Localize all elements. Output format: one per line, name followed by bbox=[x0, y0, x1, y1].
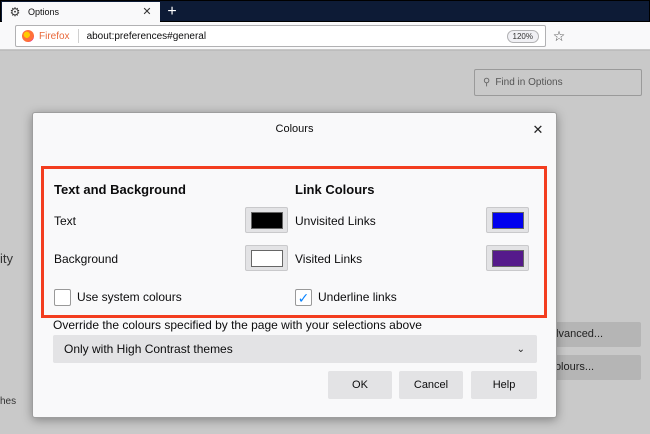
partial-label: hes bbox=[0, 396, 17, 407]
find-in-options-input[interactable]: ⚲ Find in Options bbox=[474, 69, 642, 96]
background-color-swatch bbox=[251, 250, 283, 267]
divider bbox=[77, 29, 79, 43]
background-color-label: Background bbox=[54, 252, 119, 266]
text-background-heading: Text and Background bbox=[54, 182, 186, 197]
url-bar[interactable]: Firefox about:preferences#general 120% bbox=[15, 25, 546, 47]
visited-links-color-picker[interactable] bbox=[486, 245, 529, 271]
unvisited-links-label: Unvisited Links bbox=[295, 214, 376, 228]
url-text[interactable]: about:preferences#general bbox=[87, 31, 507, 42]
colours-dialog: Colours ✕ Text and Background Text Backg… bbox=[32, 112, 557, 418]
unvisited-links-swatch bbox=[492, 212, 524, 229]
chevron-down-icon: ⌄ bbox=[516, 343, 525, 355]
partial-heading: ity bbox=[0, 251, 13, 266]
use-system-colours-checkbox[interactable] bbox=[54, 289, 71, 306]
text-color-label: Text bbox=[54, 214, 77, 228]
background-color-picker[interactable] bbox=[245, 245, 288, 271]
text-color-swatch bbox=[251, 212, 283, 229]
close-icon[interactable]: ✕ bbox=[530, 122, 546, 138]
tab-strip: ⚙ Options ✕ + bbox=[0, 0, 650, 22]
gear-icon: ⚙ bbox=[9, 5, 21, 19]
dialog-title: Colours bbox=[275, 123, 314, 135]
cancel-button[interactable]: Cancel bbox=[399, 371, 463, 399]
help-button[interactable]: Help bbox=[471, 371, 537, 399]
advanced-button[interactable]: Advanced... bbox=[545, 322, 641, 347]
unvisited-links-color-picker[interactable] bbox=[486, 207, 529, 233]
override-selected-value: Only with High Contrast themes bbox=[64, 342, 233, 356]
underline-links-checkbox[interactable]: ✓ bbox=[295, 289, 312, 306]
tab-title: Options bbox=[28, 7, 60, 17]
zoom-badge[interactable]: 120% bbox=[506, 29, 539, 43]
use-system-colours-label[interactable]: Use system colours bbox=[77, 290, 182, 304]
text-color-picker[interactable] bbox=[245, 207, 288, 233]
find-placeholder: Find in Options bbox=[495, 77, 563, 88]
search-icon: ⚲ bbox=[483, 77, 491, 88]
new-tab-button[interactable]: + bbox=[163, 2, 181, 22]
ok-button[interactable]: OK bbox=[328, 371, 392, 399]
close-tab-icon[interactable]: ✕ bbox=[140, 5, 154, 19]
override-label: Override the colours specified by the pa… bbox=[53, 318, 422, 332]
identity-label: Firefox bbox=[39, 30, 70, 42]
colours-button[interactable]: Colours... bbox=[545, 355, 641, 380]
nav-bar: Firefox about:preferences#general 120% ☆ bbox=[0, 22, 650, 50]
visited-links-swatch bbox=[492, 250, 524, 267]
underline-links-label[interactable]: Underline links bbox=[318, 290, 397, 304]
firefox-icon bbox=[22, 30, 34, 42]
link-colours-heading: Link Colours bbox=[295, 182, 375, 197]
tab-options[interactable]: ⚙ Options ✕ bbox=[2, 2, 160, 22]
bookmark-star-icon[interactable]: ☆ bbox=[550, 27, 568, 45]
override-colours-select[interactable]: Only with High Contrast themes ⌄ bbox=[53, 335, 537, 363]
visited-links-label: Visited Links bbox=[295, 252, 363, 266]
